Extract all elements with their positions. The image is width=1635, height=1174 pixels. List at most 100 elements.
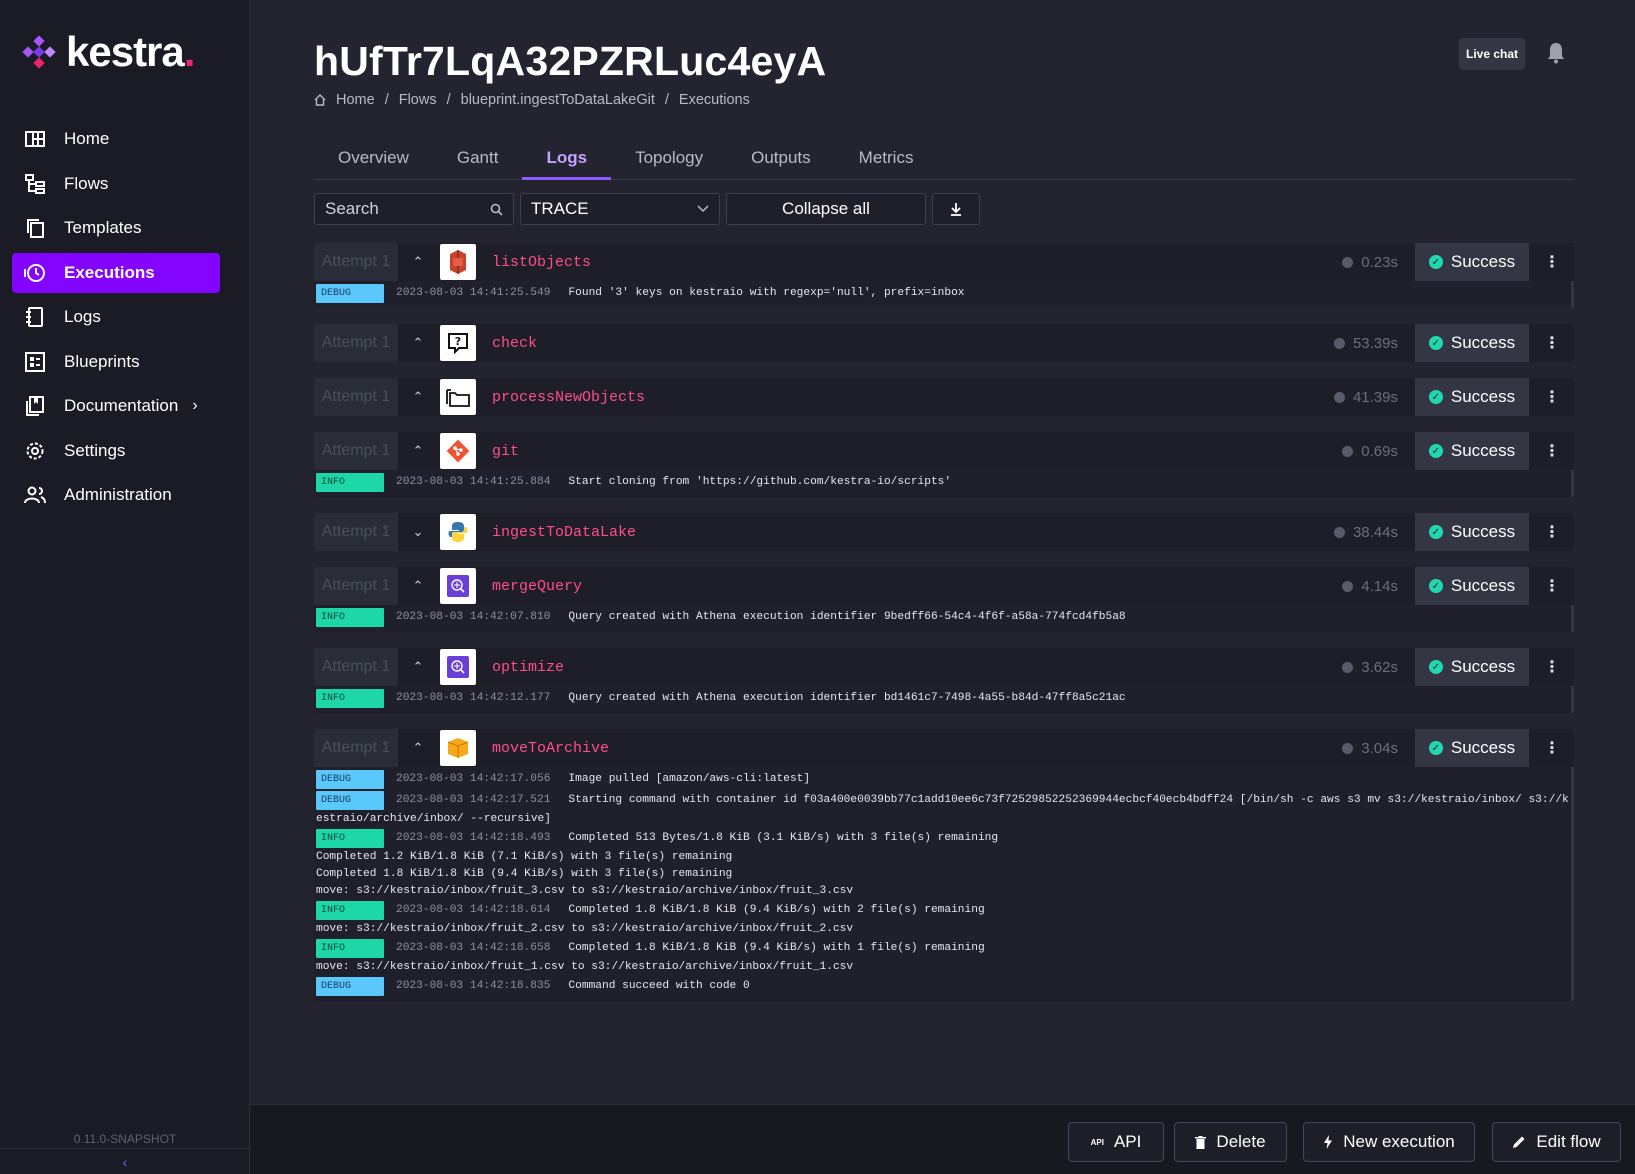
more-options-icon[interactable]: ⋮ bbox=[1544, 657, 1560, 677]
collapse-all-button[interactable]: Collapse all bbox=[726, 193, 926, 225]
lightning-icon bbox=[1324, 1135, 1333, 1149]
more-options-icon[interactable]: ⋮ bbox=[1544, 252, 1560, 272]
api-button[interactable]: API API bbox=[1068, 1122, 1164, 1162]
attempt-label[interactable]: Attempt 1 bbox=[314, 243, 398, 281]
log-timestamp: 2023-08-03 14:41:25.549 bbox=[396, 287, 551, 299]
log-level-badge: DEBUG bbox=[316, 791, 384, 810]
execution-tabs: Overview Gantt Logs Topology Outputs Met… bbox=[314, 140, 1574, 180]
sidebar-collapse-button[interactable]: ‹ bbox=[0, 1148, 250, 1174]
pencil-icon bbox=[1513, 1136, 1525, 1148]
sidebar-item-label: Templates bbox=[64, 218, 142, 237]
delete-button[interactable]: Delete bbox=[1174, 1122, 1287, 1162]
toggle-logs-icon[interactable]: ⌃ bbox=[398, 659, 438, 675]
toggle-logs-icon[interactable]: ⌃ bbox=[398, 335, 438, 351]
log-timestamp: 2023-08-03 14:42:18.835 bbox=[396, 980, 551, 992]
status-badge[interactable]: ✓ Success bbox=[1415, 729, 1529, 767]
attempt-label[interactable]: Attempt 1 bbox=[314, 324, 398, 362]
attempt-label[interactable]: Attempt 1 bbox=[314, 432, 398, 470]
edit-flow-button[interactable]: Edit flow bbox=[1492, 1122, 1621, 1162]
task-log-lines: INFO 2023-08-03 14:42:12.177 Query created… bbox=[314, 686, 1574, 713]
task-header: Attempt 1 ⌃ listObjects 0.23s ✓ Success ⋮ bbox=[314, 243, 1574, 281]
status-badge[interactable]: ✓ Success bbox=[1415, 648, 1529, 686]
new-execution-button-label: New execution bbox=[1343, 1132, 1455, 1151]
sidebar-item-settings[interactable]: Settings bbox=[12, 431, 220, 471]
sidebar-item-home[interactable]: Home bbox=[12, 119, 220, 159]
api-button-label: API bbox=[1113, 1132, 1142, 1151]
tab-outputs[interactable]: Outputs bbox=[727, 140, 835, 180]
toggle-logs-icon[interactable]: ⌃ bbox=[398, 389, 438, 405]
task-duration: 41.39s bbox=[1333, 389, 1398, 406]
log-timestamp: 2023-08-03 14:42:18.614 bbox=[396, 904, 551, 916]
sidebar-item-flows[interactable]: Flows bbox=[12, 164, 220, 204]
new-execution-button[interactable]: New execution bbox=[1303, 1122, 1475, 1162]
tab-logs[interactable]: Logs bbox=[522, 140, 612, 180]
more-options-icon[interactable]: ⋮ bbox=[1544, 738, 1560, 758]
footer-actions: API API Delete New execution Edit flow bbox=[250, 1104, 1635, 1174]
logs-icon bbox=[24, 306, 46, 328]
edit-flow-button-label: Edit flow bbox=[1536, 1132, 1601, 1151]
toggle-logs-icon[interactable]: ⌃ bbox=[398, 740, 438, 756]
toggle-logs-icon[interactable]: ⌃ bbox=[398, 254, 438, 270]
toggle-logs-icon[interactable]: ⌃ bbox=[398, 578, 438, 594]
toggle-logs-icon[interactable]: ⌄ bbox=[398, 524, 438, 540]
attempt-label[interactable]: Attempt 1 bbox=[314, 648, 398, 686]
status-badge[interactable]: ✓ Success bbox=[1415, 324, 1529, 362]
kestra-logo[interactable]: kestra. bbox=[22, 28, 195, 76]
sidebar-item-administration[interactable]: Administration bbox=[12, 475, 220, 515]
log-line: DEBUG 2023-08-03 14:42:18.835 Command succ… bbox=[314, 976, 1571, 997]
sidebar-item-blueprints[interactable]: Blueprints bbox=[12, 342, 220, 382]
log-level-badge: INFO bbox=[316, 689, 384, 708]
sidebar-item-logs[interactable]: Logs bbox=[12, 297, 220, 337]
tab-metrics[interactable]: Metrics bbox=[835, 140, 938, 180]
more-options-icon[interactable]: ⋮ bbox=[1544, 333, 1560, 353]
clock-icon bbox=[1342, 256, 1354, 268]
clock-icon bbox=[1333, 526, 1345, 538]
search-input[interactable] bbox=[325, 199, 475, 219]
tab-overview[interactable]: Overview bbox=[314, 140, 433, 180]
task-header: Attempt 1 ⌃? check 53.39s ✓ Success ⋮ bbox=[314, 324, 1574, 362]
live-chat-button[interactable]: Live chat bbox=[1459, 38, 1525, 70]
log-level-badge: INFO bbox=[316, 473, 384, 492]
attempt-label[interactable]: Attempt 1 bbox=[314, 729, 398, 767]
log-line: INFO 2023-08-03 14:42:12.177 Query created… bbox=[314, 688, 1571, 709]
sidebar-item-templates[interactable]: Templates bbox=[12, 208, 220, 248]
attempt-label[interactable]: Attempt 1 bbox=[314, 567, 398, 605]
blueprints-icon bbox=[24, 351, 46, 373]
task-name: listObjects bbox=[492, 253, 592, 271]
status-badge[interactable]: ✓ Success bbox=[1415, 513, 1529, 551]
settings-gear-icon bbox=[24, 440, 46, 462]
bell-icon[interactable] bbox=[1546, 42, 1566, 64]
attempt-label[interactable]: Attempt 1 bbox=[314, 378, 398, 416]
status-badge[interactable]: ✓ Success bbox=[1415, 432, 1529, 470]
kestra-logo-icon bbox=[22, 35, 56, 69]
tab-topology[interactable]: Topology bbox=[611, 140, 727, 180]
version-label: 0.11.0-SNAPSHOT bbox=[73, 1132, 177, 1146]
log-level-badge: DEBUG bbox=[316, 284, 384, 303]
sidebar-item-executions[interactable]: Executions bbox=[12, 252, 220, 293]
status-label: Success bbox=[1450, 441, 1516, 460]
more-options-icon[interactable]: ⋮ bbox=[1544, 522, 1560, 542]
more-options-icon[interactable]: ⋮ bbox=[1544, 576, 1560, 596]
tab-gantt[interactable]: Gantt bbox=[433, 140, 523, 180]
attempt-label[interactable]: Attempt 1 bbox=[314, 513, 398, 551]
status-badge[interactable]: ✓ Success bbox=[1415, 567, 1529, 605]
status-badge[interactable]: ✓ Success bbox=[1415, 243, 1529, 281]
search-box bbox=[314, 193, 514, 225]
log-message-continued: move: s3://kestraio/inbox/fruit_2.csv to… bbox=[316, 923, 854, 935]
log-level-select[interactable]: TRACE bbox=[520, 193, 720, 225]
more-options-icon[interactable]: ⋮ bbox=[1544, 387, 1560, 407]
breadcrumb-separator: / bbox=[446, 92, 451, 108]
breadcrumb-flow[interactable]: blueprint.ingestToDataLakeGit bbox=[461, 92, 655, 108]
status-label: Success bbox=[1450, 738, 1516, 757]
breadcrumb-home[interactable]: Home bbox=[336, 92, 375, 108]
more-options-icon[interactable]: ⋮ bbox=[1544, 441, 1560, 461]
breadcrumb-executions[interactable]: Executions bbox=[679, 92, 750, 108]
delete-button-label: Delete bbox=[1216, 1132, 1266, 1151]
status-badge[interactable]: ✓ Success bbox=[1415, 378, 1529, 416]
sidebar-item-documentation[interactable]: Documentation › bbox=[12, 386, 220, 426]
kestra-logo-text: kestra. bbox=[66, 28, 195, 75]
toggle-logs-icon[interactable]: ⌃ bbox=[398, 443, 438, 459]
log-level-badge: INFO bbox=[316, 901, 384, 920]
download-logs-button[interactable] bbox=[932, 193, 980, 225]
breadcrumb-flows[interactable]: Flows bbox=[399, 92, 437, 108]
